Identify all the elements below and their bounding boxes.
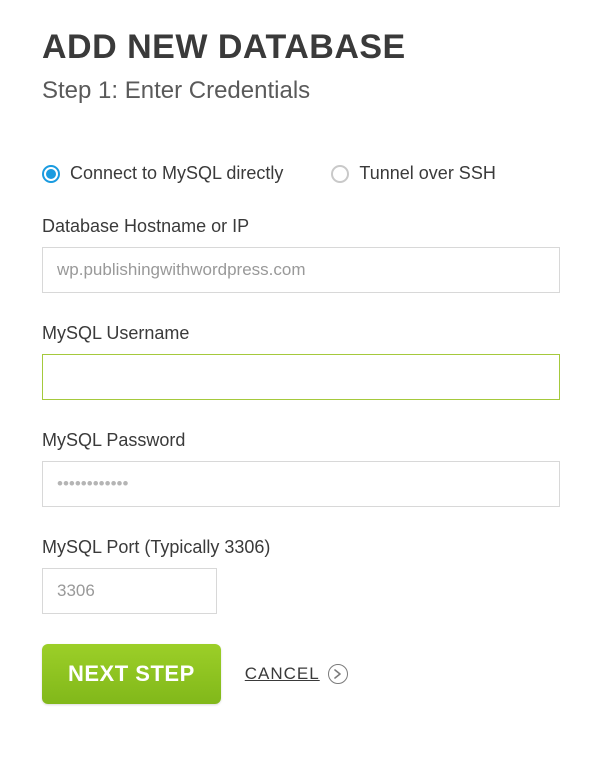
radio-connect-direct[interactable]: Connect to MySQL directly	[42, 163, 283, 184]
hostname-label: Database Hostname or IP	[42, 216, 560, 237]
page-title: ADD NEW DATABASE	[42, 28, 560, 67]
password-label: MySQL Password	[42, 430, 560, 451]
cancel-text: CANCEL	[245, 664, 320, 684]
chevron-right-icon	[328, 664, 348, 684]
radio-icon	[42, 165, 60, 183]
hostname-group: Database Hostname or IP	[42, 216, 560, 293]
radio-label-direct: Connect to MySQL directly	[70, 163, 283, 184]
action-row: NEXT STEP CANCEL	[42, 644, 560, 704]
port-group: MySQL Port (Typically 3306)	[42, 537, 560, 614]
port-label: MySQL Port (Typically 3306)	[42, 537, 560, 558]
username-input[interactable]	[42, 354, 560, 400]
username-label: MySQL Username	[42, 323, 560, 344]
radio-tunnel-ssh[interactable]: Tunnel over SSH	[331, 163, 495, 184]
cancel-link[interactable]: CANCEL	[245, 664, 348, 684]
password-input[interactable]	[42, 461, 560, 507]
password-group: MySQL Password	[42, 430, 560, 507]
radio-label-ssh: Tunnel over SSH	[359, 163, 495, 184]
step-subtitle: Step 1: Enter Credentials	[42, 77, 560, 105]
username-group: MySQL Username	[42, 323, 560, 400]
next-step-button[interactable]: NEXT STEP	[42, 644, 221, 704]
port-input[interactable]	[42, 568, 217, 614]
hostname-input[interactable]	[42, 247, 560, 293]
radio-icon	[331, 165, 349, 183]
connection-type-row: Connect to MySQL directly Tunnel over SS…	[42, 163, 560, 184]
